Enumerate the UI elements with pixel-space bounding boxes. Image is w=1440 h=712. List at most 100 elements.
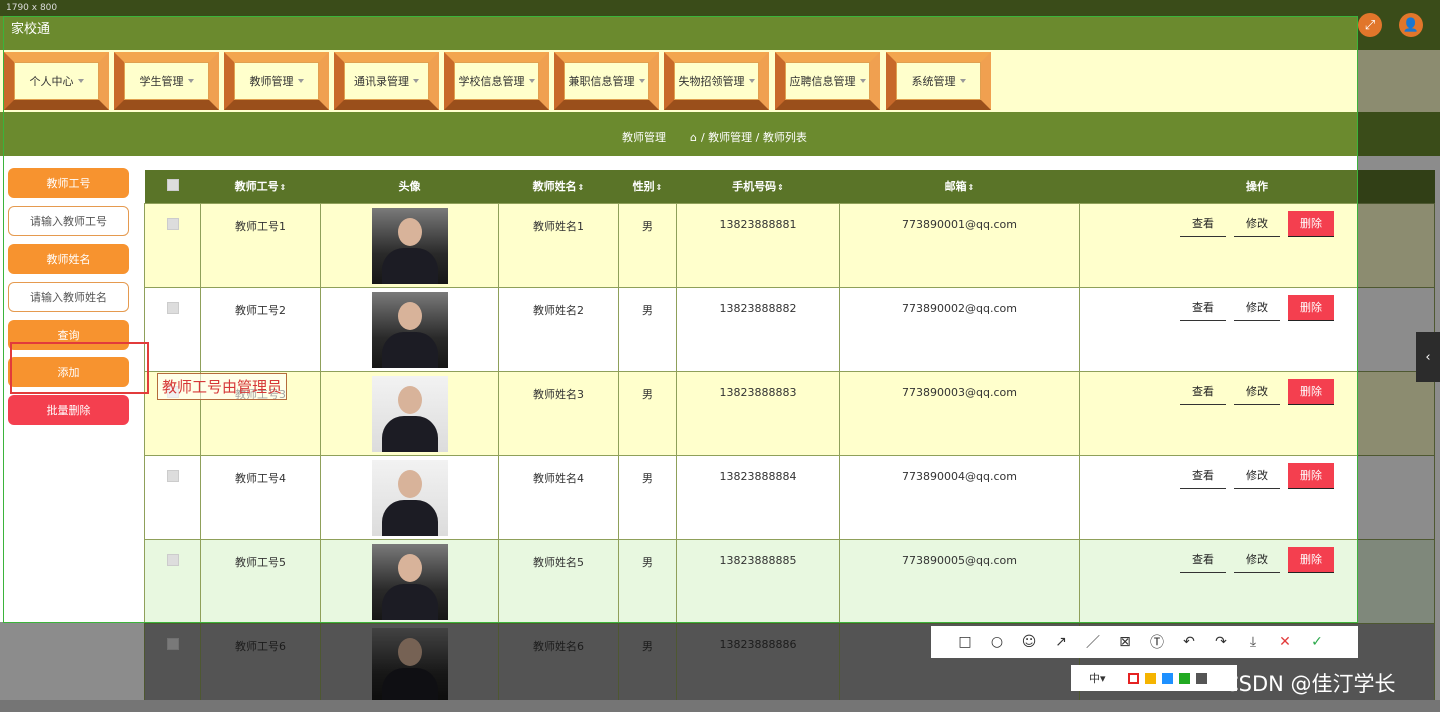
delete-button[interactable]: 删除	[1288, 546, 1334, 573]
teacher-name-input[interactable]	[8, 282, 129, 312]
cell-gender: 男	[618, 202, 677, 288]
cell-teacher-name: 教师姓名3	[498, 370, 619, 456]
edit-button[interactable]: 修改	[1234, 211, 1280, 237]
menu-item-lost-found[interactable]: 失物招领管理	[664, 52, 769, 110]
font-size-select[interactable]: 中▾	[1089, 670, 1106, 686]
breadcrumb-path[interactable]: / 教师管理 / 教师列表	[701, 129, 807, 145]
color-swatch-red[interactable]	[1127, 672, 1139, 684]
redo-icon[interactable]: ↷	[1205, 626, 1237, 658]
font-size-value: 中	[1089, 672, 1100, 685]
cell-actions: 查看 修改 删除	[1079, 454, 1435, 540]
user-avatar-icon[interactable]: 👤	[1399, 13, 1423, 37]
chevron-left-icon[interactable]: ‹	[1416, 332, 1440, 382]
menu-item-school-info[interactable]: 学校信息管理	[444, 52, 549, 110]
sort-icon[interactable]: ⇕	[578, 183, 585, 192]
menu-item-parttime[interactable]: 兼职信息管理	[554, 52, 659, 110]
menu-label: 兼职信息管理	[568, 75, 635, 88]
teacher-avatar[interactable]	[371, 207, 448, 284]
chevron-down-icon	[859, 79, 866, 83]
sort-icon[interactable]: ⇕	[656, 183, 663, 192]
view-button[interactable]: 查看	[1180, 379, 1226, 405]
sort-icon[interactable]: ⇕	[280, 183, 287, 192]
cell-teacher-name: 教师姓名2	[498, 286, 619, 372]
horizontal-scrollbar[interactable]	[0, 700, 1440, 712]
header-gender[interactable]: 性别⇕	[619, 170, 677, 203]
undo-icon[interactable]: ↶	[1173, 626, 1205, 658]
select-all-checkbox[interactable]	[166, 178, 179, 191]
cell-avatar	[320, 622, 499, 708]
header-phone[interactable]: 手机号码⇕	[677, 170, 840, 203]
view-button[interactable]: 查看	[1180, 547, 1226, 573]
row-checkbox[interactable]	[166, 637, 179, 650]
cell-phone: 13823888881	[676, 202, 840, 288]
rectangle-icon[interactable]: □	[949, 626, 981, 658]
menu-item-teachers[interactable]: 教师管理	[224, 52, 329, 110]
color-swatch-blue[interactable]	[1161, 672, 1173, 684]
arrow-icon[interactable]: ↗	[1045, 626, 1077, 658]
cell-phone: 13823888884	[676, 454, 840, 540]
sort-icon[interactable]: ⇕	[777, 183, 784, 192]
teacher-avatar[interactable]	[371, 375, 448, 452]
menu-item-personal[interactable]: 个人中心	[4, 52, 109, 110]
teacher-no-label: 教师工号	[8, 168, 129, 198]
row-select	[144, 454, 201, 540]
table-row: 教师工号1 教师姓名1 男 13823888881 773890001@qq.c…	[144, 202, 1435, 288]
sort-icon[interactable]: ⇕	[968, 183, 975, 192]
top-bar: 家校通	[0, 0, 1440, 50]
fullscreen-icon[interactable]: ⤢	[1358, 13, 1382, 37]
view-button[interactable]: 查看	[1180, 463, 1226, 489]
cell-email: 773890005@qq.com	[839, 538, 1080, 624]
chevron-down-icon	[638, 79, 645, 83]
menu-item-system[interactable]: 系统管理	[886, 52, 991, 110]
chevron-down-icon	[77, 79, 84, 83]
header-email[interactable]: 邮箱⇕	[840, 170, 1080, 203]
edit-button[interactable]: 修改	[1234, 295, 1280, 321]
breadcrumb: ⌂ / 教师管理 / 教师列表	[690, 129, 807, 145]
cell-teacher-no: 教师工号5	[200, 538, 321, 624]
cell-teacher-name: 教师姓名1	[498, 202, 619, 288]
menu-item-applications[interactable]: 应聘信息管理	[775, 52, 880, 110]
row-checkbox[interactable]	[166, 469, 179, 482]
color-swatch-yellow[interactable]	[1144, 672, 1156, 684]
home-icon[interactable]: ⌂	[690, 131, 697, 144]
header-teacher-name[interactable]: 教师姓名⇕	[499, 170, 619, 203]
emoji-icon[interactable]: ☺	[1013, 626, 1045, 658]
color-swatch-green[interactable]	[1178, 672, 1190, 684]
cell-phone: 13823888882	[676, 286, 840, 372]
row-checkbox[interactable]	[166, 301, 179, 314]
search-button[interactable]: 查询	[8, 320, 129, 350]
delete-button[interactable]: 删除	[1288, 294, 1334, 321]
menu-item-students[interactable]: 学生管理	[114, 52, 219, 110]
delete-button[interactable]: 删除	[1288, 210, 1334, 237]
view-button[interactable]: 查看	[1180, 211, 1226, 237]
edit-button[interactable]: 修改	[1234, 463, 1280, 489]
ellipse-icon[interactable]: ○	[981, 626, 1013, 658]
menu-item-contacts[interactable]: 通讯录管理	[334, 52, 439, 110]
teacher-avatar[interactable]	[371, 459, 448, 536]
row-checkbox[interactable]	[166, 553, 179, 566]
cell-gender: 男	[618, 622, 677, 708]
row-checkbox[interactable]	[166, 217, 179, 230]
menu-label: 应聘信息管理	[789, 75, 856, 88]
teacher-avatar[interactable]	[371, 543, 448, 620]
text-icon[interactable]: Ⓣ	[1141, 626, 1173, 658]
edit-button[interactable]: 修改	[1234, 547, 1280, 573]
chevron-down-icon	[413, 79, 419, 83]
teacher-avatar[interactable]	[371, 627, 448, 704]
table-header: 教师工号⇕ 头像 教师姓名⇕ 性别⇕ 手机号码⇕ 邮箱⇕ 操作	[144, 170, 1435, 203]
mosaic-icon[interactable]: ⊠	[1109, 626, 1141, 658]
view-button[interactable]: 查看	[1180, 295, 1226, 321]
line-icon[interactable]: ／	[1077, 626, 1109, 658]
teacher-no-input[interactable]	[8, 206, 129, 236]
teacher-name-label: 教师姓名	[8, 244, 129, 274]
delete-button[interactable]: 删除	[1288, 378, 1334, 405]
menu-label: 学校信息管理	[458, 75, 525, 88]
add-button[interactable]: 添加	[8, 357, 129, 387]
batch-delete-button[interactable]: 批量删除	[8, 395, 129, 425]
delete-button[interactable]: 删除	[1288, 462, 1334, 489]
header-label: 教师工号	[234, 180, 279, 194]
color-swatch-gray[interactable]	[1195, 672, 1207, 684]
header-teacher-no[interactable]: 教师工号⇕	[201, 170, 321, 203]
edit-button[interactable]: 修改	[1234, 379, 1280, 405]
teacher-avatar[interactable]	[371, 291, 448, 368]
